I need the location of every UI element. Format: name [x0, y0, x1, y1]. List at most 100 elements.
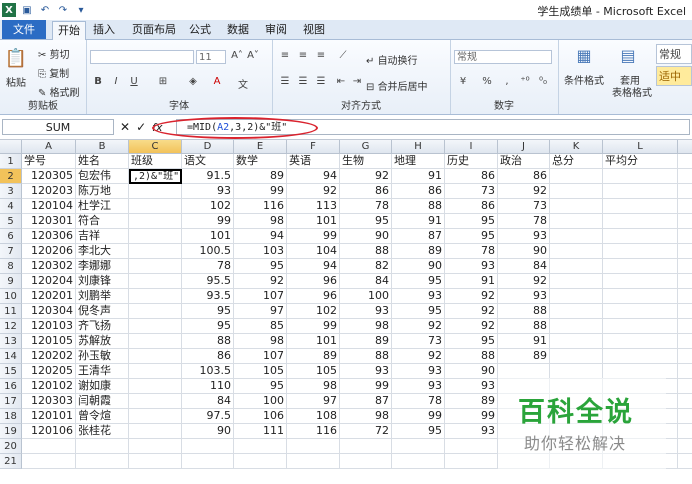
row-header[interactable]: 12 [0, 319, 22, 334]
table-cell[interactable] [603, 364, 678, 379]
table-cell[interactable]: 98 [340, 319, 392, 334]
table-cell[interactable] [550, 334, 603, 349]
table-cell[interactable]: 刘鹏举 [76, 289, 129, 304]
table-cell[interactable] [550, 229, 603, 244]
table-cell[interactable]: 95 [182, 304, 234, 319]
row-header[interactable]: 15 [0, 364, 22, 379]
style-neutral[interactable]: 适中 [656, 66, 692, 86]
table-cell[interactable]: 92 [498, 184, 550, 199]
orientation-icon[interactable]: ⟋ [336, 50, 350, 61]
table-cell[interactable]: 倪冬声 [76, 304, 129, 319]
table-cell[interactable]: 107 [234, 349, 287, 364]
table-cell[interactable]: 苏解放 [76, 334, 129, 349]
table-cell[interactable] [678, 349, 692, 364]
table-cell[interactable] [678, 364, 692, 379]
shrink-font-icon[interactable]: A˅ [246, 50, 260, 61]
table-cell[interactable] [129, 304, 182, 319]
table-cell[interactable]: 93 [498, 289, 550, 304]
header-cell[interactable]: 历史 [445, 154, 498, 169]
table-cell[interactable] [550, 199, 603, 214]
table-cell[interactable]: 李娜娜 [76, 259, 129, 274]
table-cell[interactable]: 100 [234, 394, 287, 409]
grow-font-icon[interactable]: A˄ [230, 50, 244, 61]
table-cell[interactable] [678, 304, 692, 319]
table-cell[interactable]: 孙玉敏 [76, 349, 129, 364]
table-cell[interactable] [129, 349, 182, 364]
table-cell[interactable]: 120305 [22, 169, 76, 184]
row-header[interactable]: 6 [0, 229, 22, 244]
table-cell[interactable]: 95 [182, 319, 234, 334]
table-cell[interactable]: 95 [445, 229, 498, 244]
table-cell[interactable]: 93 [498, 229, 550, 244]
customize-toolbar-icon[interactable]: ▾ [74, 3, 88, 17]
table-cell[interactable]: 93.5 [182, 289, 234, 304]
table-cell[interactable]: 91.5 [182, 169, 234, 184]
table-cell[interactable]: 78 [340, 199, 392, 214]
row-header[interactable]: 11 [0, 304, 22, 319]
table-cell[interactable]: 92 [392, 349, 445, 364]
tab-insert[interactable]: 插入 [88, 21, 120, 39]
table-cell[interactable] [129, 319, 182, 334]
table-cell[interactable]: 91 [445, 274, 498, 289]
table-cell[interactable]: 72 [340, 424, 392, 439]
tab-data[interactable]: 数据 [222, 21, 254, 39]
table-cell[interactable]: 120304 [22, 304, 76, 319]
table-cell[interactable] [550, 364, 603, 379]
row-header[interactable]: 13 [0, 334, 22, 349]
header-cell[interactable]: 班级 [129, 154, 182, 169]
row-header[interactable]: 18 [0, 409, 22, 424]
table-cell[interactable] [603, 199, 678, 214]
row-header[interactable]: 17 [0, 394, 22, 409]
table-cell[interactable] [129, 379, 182, 394]
table-cell[interactable] [603, 319, 678, 334]
table-cell[interactable] [678, 424, 692, 439]
header-cell[interactable]: 英语 [287, 154, 340, 169]
header-cell[interactable]: 地理 [392, 154, 445, 169]
table-cell[interactable]: 95 [234, 379, 287, 394]
table-cell[interactable]: 120302 [22, 259, 76, 274]
table-cell[interactable]: 92 [234, 274, 287, 289]
table-cell[interactable]: 84 [182, 394, 234, 409]
table-cell[interactable]: 95 [392, 424, 445, 439]
table-cell[interactable]: 94 [287, 259, 340, 274]
table-cell[interactable]: 102 [287, 304, 340, 319]
table-cell[interactable] [129, 289, 182, 304]
conditional-format-button[interactable]: 条件格式 [564, 72, 604, 87]
table-cell[interactable] [550, 214, 603, 229]
table-cell[interactable]: 120105 [22, 334, 76, 349]
table-cell[interactable]: 88 [392, 199, 445, 214]
name-box[interactable]: SUM [2, 119, 114, 135]
table-cell[interactable] [287, 454, 340, 469]
table-cell[interactable] [603, 184, 678, 199]
table-cell[interactable]: 93 [340, 304, 392, 319]
currency-icon[interactable]: ¥ [456, 76, 470, 87]
select-all-corner[interactable] [0, 140, 22, 154]
font-name-select[interactable] [90, 50, 194, 64]
table-cell[interactable]: 91 [392, 169, 445, 184]
paste-icon[interactable]: 📋 [4, 48, 28, 69]
table-cell[interactable]: 97.5 [182, 409, 234, 424]
tab-file[interactable]: 文件 [2, 20, 46, 39]
table-cell[interactable] [340, 439, 392, 454]
table-cell[interactable]: 闫朝霞 [76, 394, 129, 409]
table-cell[interactable]: 92 [392, 319, 445, 334]
table-cell[interactable]: 106 [234, 409, 287, 424]
table-cell[interactable] [392, 439, 445, 454]
table-cell[interactable]: 99 [287, 229, 340, 244]
table-cell[interactable] [129, 214, 182, 229]
align-center-icon[interactable]: ☰ [296, 76, 310, 87]
table-cell[interactable]: 88 [340, 244, 392, 259]
table-cell[interactable]: 101 [287, 334, 340, 349]
decrease-decimal-icon[interactable]: ⁰₀ [536, 76, 550, 87]
table-cell[interactable] [129, 244, 182, 259]
tab-view[interactable]: 视图 [298, 21, 330, 39]
save-icon[interactable]: ▣ [20, 3, 34, 17]
table-cell[interactable]: 100 [340, 289, 392, 304]
table-cell[interactable]: 97 [234, 304, 287, 319]
row-header[interactable]: 8 [0, 259, 22, 274]
table-cell[interactable]: 88 [498, 319, 550, 334]
table-cell[interactable]: 92 [445, 289, 498, 304]
table-cell[interactable]: 87 [340, 394, 392, 409]
increase-indent-icon[interactable]: ⇥ [350, 76, 364, 87]
table-cell[interactable]: 120101 [22, 409, 76, 424]
